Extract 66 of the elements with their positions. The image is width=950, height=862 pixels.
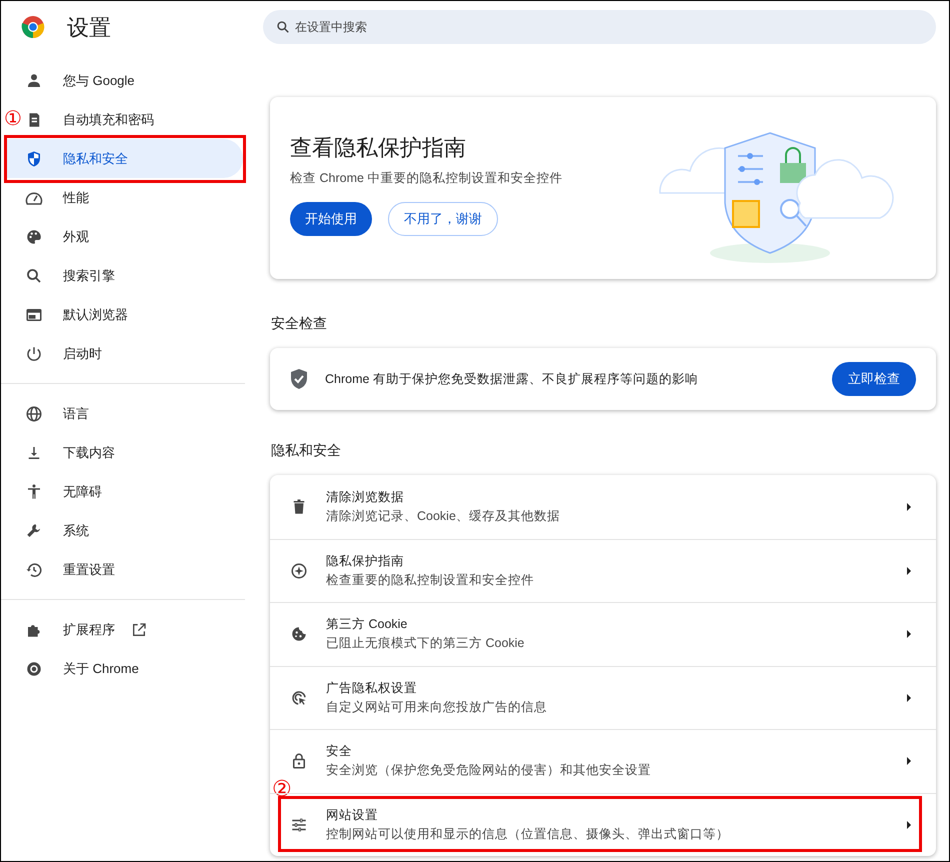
chevron-right-icon [906,629,912,640]
section-heading: 隐私和安全 [270,441,342,460]
row-title: 隐私保护指南 [326,552,405,570]
row-subtitle: 控制网站可以使用和显示的信息（位置信息、摄像头、弹出式窗口等） [326,826,730,843]
sliders-icon [290,816,308,834]
cookie-icon [290,625,308,644]
sidebar-item[interactable]: 搜索引擎 [25,256,243,295]
sidebar-item[interactable]: 扩展程序 [25,610,243,649]
sidebar-item[interactable]: 下载内容 [25,433,243,472]
row-title: 广告隐私权设置 [326,680,418,697]
card-title: 查看隐私保护指南 [290,134,467,162]
row-title: 第三方 Cookie [326,616,408,634]
lock-icon [290,752,308,770]
sidebar-item[interactable]: 默认浏览器 [25,295,243,334]
card-description: 检查 Chrome 中重要的隐私控制设置和安全控件 [290,170,564,187]
history-icon [25,560,43,578]
row-title: 安全 [326,743,353,760]
sidebar-item[interactable]: 无障碍 [25,472,243,511]
check-now-button[interactable]: 立即检查 [832,362,916,396]
accessibility-icon [25,482,43,500]
compass-icon [290,562,308,580]
sidebar-item[interactable]: 重置设置 [25,550,243,589]
sidebar-item[interactable]: 语言 [25,394,243,433]
chevron-right-icon [906,692,912,703]
sidebar-item[interactable]: 启动时 [25,334,243,373]
page-title: 设置 [67,14,111,42]
palette-icon [25,228,43,246]
shield-check-icon [290,369,308,389]
chrome-logo-icon [21,15,45,39]
row-subtitle: 检查重要的隐私控制设置和安全控件 [326,572,535,589]
search-field[interactable]: 在设置中搜索 [263,10,936,44]
sidebar-item[interactable]: 系统 [25,511,243,550]
search-icon [276,20,290,34]
row-subtitle: 清除浏览记录、Cookie、缓存及其他数据 [326,508,561,525]
chevron-right-icon [906,820,912,830]
settings-row[interactable]: 广告隐私权设置 自定义网站可用来向您投放广告的信息 [270,666,936,729]
sidebar-item[interactable]: 外观 [25,217,243,256]
sidebar-item[interactable]: 自动填充和密码 [25,100,243,139]
person-icon [25,72,43,90]
get-started-button[interactable]: 开始使用 [290,202,372,236]
sidebar-item[interactable]: 性能 [25,178,243,217]
power-icon [25,344,43,362]
dismiss-button[interactable]: 不用了，谢谢 [388,202,498,236]
globe-icon [25,404,43,422]
target-cursor-icon [290,688,308,707]
settings-row[interactable]: 清除浏览数据 清除浏览记录、Cookie、缓存及其他数据 [270,475,936,538]
row-subtitle: 安全浏览（保护您免受危险网站的侵害）和其他安全设置 [326,762,652,780]
search-icon [25,266,43,284]
wrench-icon [25,522,43,540]
sidebar-item[interactable]: 关于 Chrome [25,649,243,688]
settings-row[interactable]: 隐私保护指南 检查重要的隐私控制设置和安全控件 [270,538,936,602]
settings-row[interactable]: 第三方 Cookie 已阻止无痕模式下的第三方 Cookie [270,602,936,666]
row-subtitle: 已阻止无痕模式下的第三方 Cookie [326,635,526,652]
row-title: 清除浏览数据 [326,488,405,506]
sidebar-item[interactable]: 隐私和安全 [4,139,243,178]
row-title: 网站设置 [326,806,379,824]
sidebar-item[interactable]: 您与 Google [25,61,243,100]
chevron-right-icon [906,502,912,512]
row-subtitle: 自定义网站可用来向您投放广告的信息 [326,698,548,716]
chevron-right-icon [906,756,912,766]
shield-icon [25,150,43,168]
safety-check-text: Chrome 有助于保护您免受数据泄露、不良扩展程序等问题的影响 [325,370,699,388]
step-number: ① [4,107,22,131]
chevron-right-icon [906,566,912,576]
chrome-icon [25,660,43,678]
section-heading: 安全检查 [270,314,328,333]
